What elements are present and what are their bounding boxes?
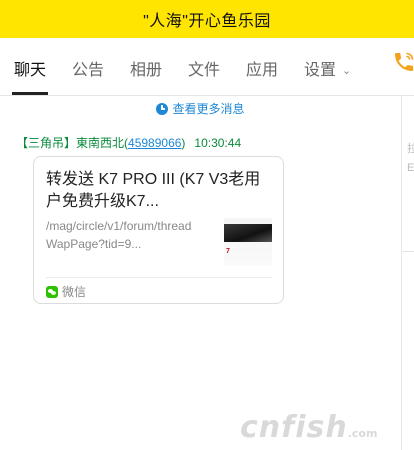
- wechat-icon: [46, 285, 58, 298]
- window-title-bar: "人海"开心鱼乐园: [0, 0, 414, 38]
- view-more-messages-label: 查看更多消息: [172, 102, 245, 116]
- qq-close-paren: ): [181, 136, 186, 150]
- message-timestamp: 10:30:44: [194, 136, 242, 150]
- card-thumbnail: 7: [224, 218, 272, 266]
- tab-bar: 聊天 公告 相册 文件 应用 设置 ⌄: [0, 38, 414, 96]
- tab-album[interactable]: 相册: [130, 56, 162, 80]
- right-side-panel: 拉 E: [401, 96, 414, 450]
- window-title: "人海"开心鱼乐园: [143, 13, 271, 30]
- sender-name[interactable]: 東南西北: [76, 136, 124, 150]
- tab-announcements[interactable]: 公告: [72, 56, 104, 80]
- card-source-label: 微信: [62, 285, 87, 299]
- tab-apps[interactable]: 应用: [246, 56, 278, 80]
- card-url: /mag/circle/v1/forum/threadWapPage?tid=9…: [46, 219, 192, 251]
- tab-files[interactable]: 文件: [188, 56, 220, 80]
- thumbnail-label: 7: [226, 248, 230, 255]
- card-divider: [46, 277, 272, 278]
- watermark-text: cnfish: [240, 410, 348, 445]
- card-title: 转发送 K7 PRO III (K7 V3老用户免费升级K7...: [46, 171, 261, 210]
- clock-icon: [156, 102, 169, 115]
- right-panel-glyph: 拉: [407, 143, 414, 155]
- right-panel-divider: [402, 251, 414, 252]
- sender-qq-number[interactable]: 45989066: [128, 136, 181, 150]
- phone-icon[interactable]: [392, 50, 414, 74]
- tab-settings[interactable]: 设置 ⌄: [304, 56, 351, 80]
- thumbnail-image-band: [224, 224, 272, 242]
- active-tab-indicator: [12, 92, 48, 95]
- sender-tag: 【三角吊】: [16, 136, 77, 150]
- tab-chat[interactable]: 聊天: [14, 56, 46, 80]
- shared-link-card[interactable]: 转发送 K7 PRO III (K7 V3老用户免费升级K7... /mag/c…: [33, 156, 284, 304]
- message-sender-line: 【三角吊】東南西北(45989066) 10:30:44: [16, 134, 241, 151]
- card-source: 微信: [46, 283, 86, 300]
- view-more-messages-link[interactable]: 查看更多消息: [0, 100, 401, 117]
- tab-settings-label: 设置: [304, 62, 337, 79]
- site-watermark: cnfish.com: [240, 410, 377, 445]
- right-panel-glyph: E: [407, 162, 414, 174]
- watermark-suffix: .com: [347, 427, 378, 440]
- chevron-down-icon: ⌄: [342, 65, 352, 77]
